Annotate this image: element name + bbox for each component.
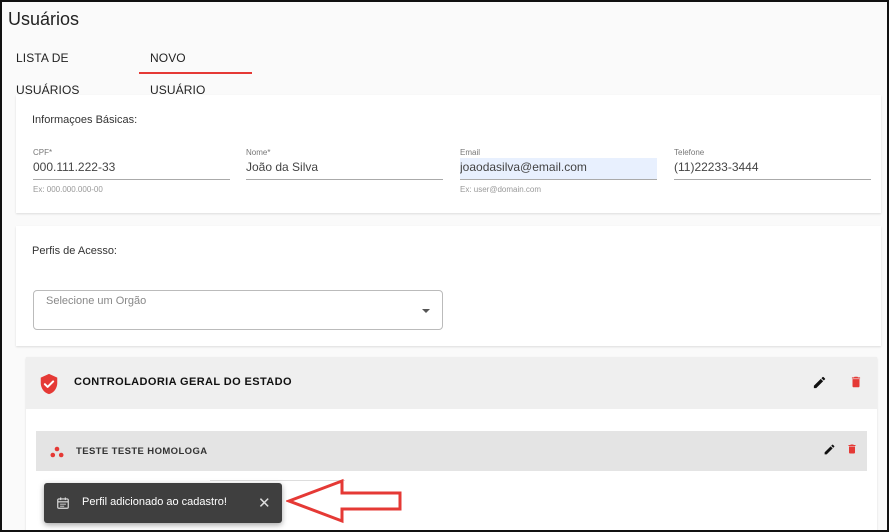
profile-header[interactable]: TESTE TESTE HOMOLOGA: [36, 431, 867, 471]
close-icon[interactable]: ✕: [258, 494, 271, 512]
access-profiles-card: Perfis de Acesso: Selecione um Orgão: [16, 226, 881, 346]
email-hint: Ex: user@domain.com: [460, 185, 542, 194]
name-input[interactable]: João da Silva: [246, 158, 443, 180]
snackbar: Perfil adicionado ao cadastro! ✕: [44, 483, 282, 523]
edit-icon[interactable]: [812, 375, 827, 395]
delete-icon[interactable]: [846, 442, 858, 461]
cpf-hint: Ex: 000.000.000-00: [33, 185, 103, 194]
org-select-placeholder: Selecione um Orgão: [46, 295, 147, 307]
tab-new-user[interactable]: NOVO USUÁRIO: [150, 42, 205, 97]
name-label: Nome*: [246, 148, 271, 157]
org-header[interactable]: CONTROLADORIA GERAL DO ESTADO: [26, 357, 877, 409]
network-icon: [50, 445, 64, 463]
snackbar-message: Perfil adicionado ao cadastro!: [82, 496, 227, 508]
basic-info-card: Informaçoes Básicas: CPF* 000.111.222-33…: [16, 95, 881, 213]
name-field: Nome* João da Silva: [246, 148, 443, 196]
tab-user-list[interactable]: LISTA DE USUÁRIOS: [16, 42, 79, 97]
email-field: Email joaodasilva@email.com Ex: user@dom…: [460, 148, 657, 196]
email-label: Email: [460, 148, 481, 157]
shield-check-icon: [38, 373, 60, 400]
phone-input[interactable]: (11)22233-3444: [674, 158, 871, 180]
delete-icon[interactable]: [849, 374, 863, 395]
phone-label: Telefone: [674, 148, 705, 157]
basic-info-title: Informaçoes Básicas:: [32, 114, 138, 126]
calendar-icon: [56, 496, 70, 515]
active-tab-indicator: [139, 72, 252, 74]
cpf-label: CPF*: [33, 148, 53, 157]
cpf-field: CPF* 000.111.222-33 Ex: 000.000.000-00: [33, 148, 230, 196]
org-title: CONTROLADORIA GERAL DO ESTADO: [74, 376, 292, 388]
chevron-down-icon: [422, 309, 430, 313]
edit-icon[interactable]: [823, 443, 836, 461]
email-input[interactable]: joaodasilva@email.com: [460, 158, 657, 180]
access-profiles-title: Perfis de Acesso:: [32, 245, 117, 257]
cpf-input[interactable]: 000.111.222-33: [33, 158, 230, 180]
org-select[interactable]: Selecione um Orgão: [33, 290, 443, 330]
annotation-arrow-icon: [286, 478, 402, 524]
page-title: Usuários: [8, 9, 80, 29]
phone-field: Telefone (11)22233-3444: [674, 148, 871, 196]
profile-title: TESTE TESTE HOMOLOGA: [76, 446, 208, 457]
